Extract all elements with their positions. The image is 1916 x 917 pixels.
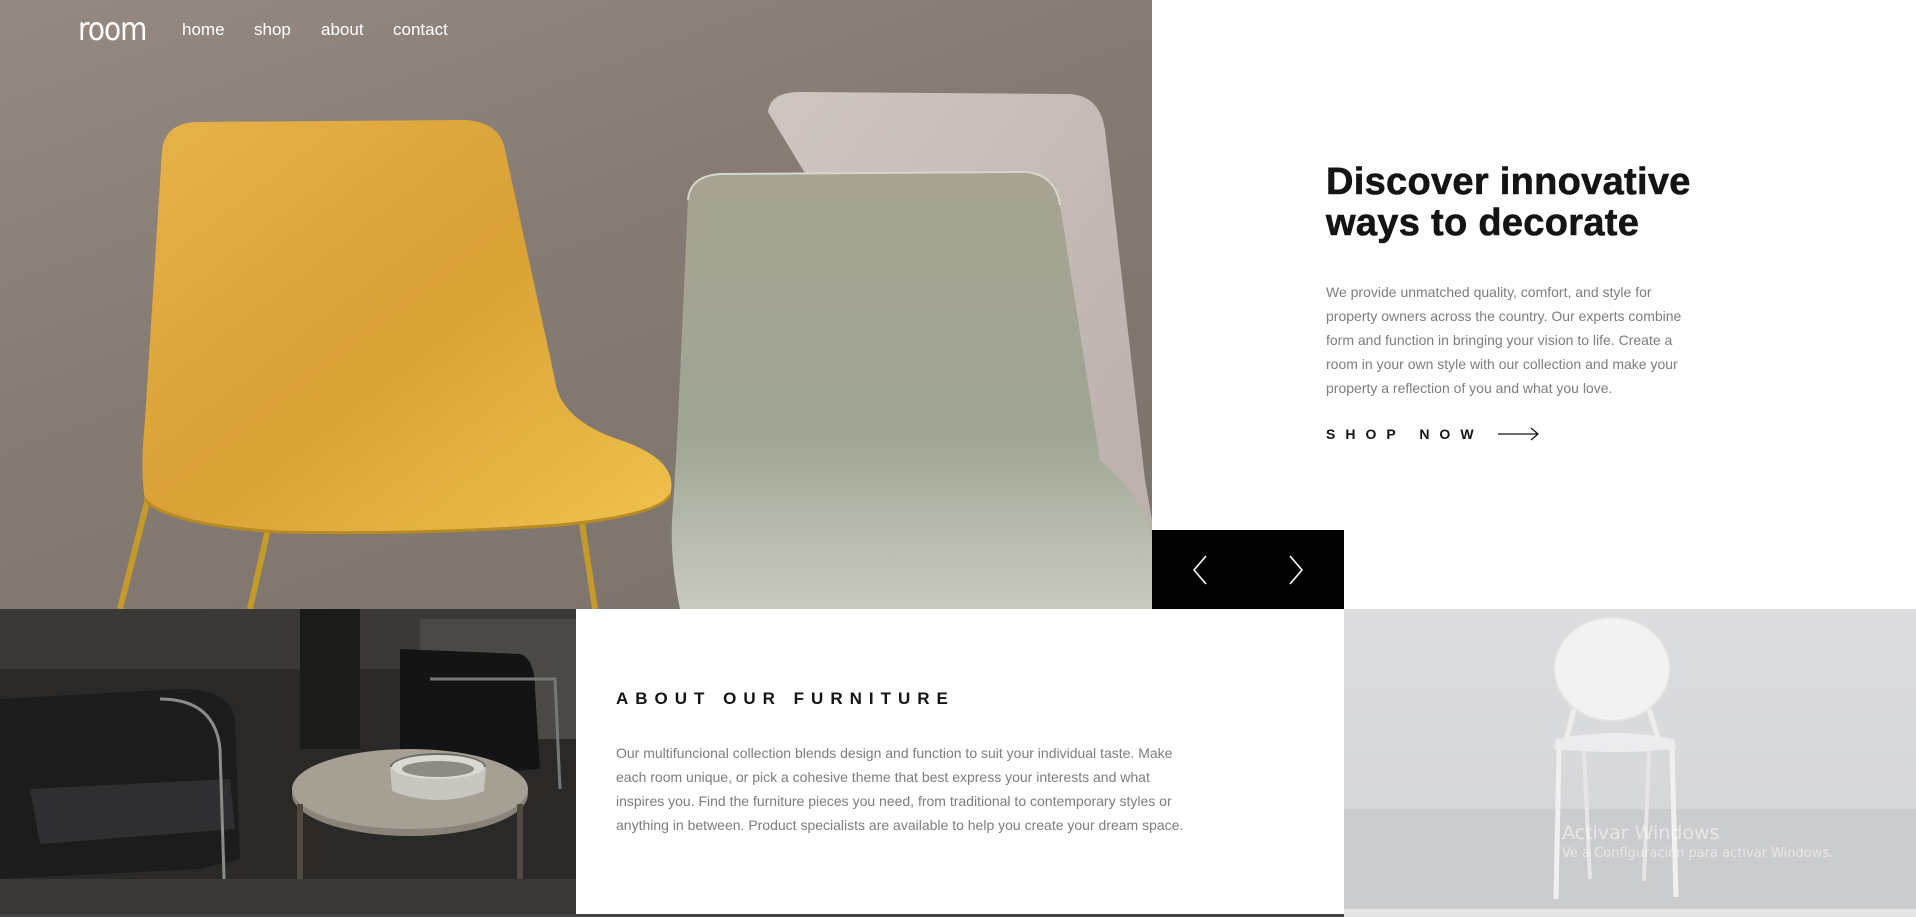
slider-prev-button[interactable] (1152, 530, 1248, 609)
chairs-illustration (117, 92, 1152, 609)
hero-content: Discover innovative ways to decorate We … (1326, 161, 1746, 400)
living-room-illustration (0, 609, 576, 917)
nav-link-home[interactable]: home (182, 20, 225, 40)
about-image-dark (0, 609, 576, 917)
white-chair-illustration (1344, 616, 1916, 917)
slider-controls (1152, 530, 1344, 609)
arrow-right-icon (1497, 427, 1539, 441)
chevron-left-icon (1192, 554, 1207, 585)
shop-now-label: SHOP NOW (1326, 426, 1484, 442)
hero-description: We provide unmatched quality, comfort, a… (1326, 284, 1682, 396)
about-image-light (1344, 609, 1916, 917)
about-description: Our multifuncional collection blends des… (616, 745, 1184, 833)
nav-link-about[interactable]: about (321, 20, 364, 40)
shop-now-button[interactable]: SHOP NOW (1326, 426, 1540, 442)
nav-link-contact[interactable]: contact (393, 20, 448, 40)
about-title: ABOUT OUR FURNITURE (616, 689, 955, 708)
top-nav: room home shop about contact (0, 0, 1152, 60)
slider-next-button[interactable] (1248, 530, 1344, 609)
hero-title: Discover innovative ways to decorate (1326, 161, 1746, 244)
hero-title-line1: Discover innovative (1326, 161, 1691, 203)
logo[interactable]: room (78, 10, 147, 48)
hero-image (0, 0, 1152, 609)
hero-title-line2: ways to decorate (1326, 202, 1640, 244)
nav-link-shop[interactable]: shop (254, 20, 291, 40)
about-section: ABOUT OUR FURNITURE Our multifuncional c… (576, 609, 1344, 917)
chevron-right-icon (1289, 554, 1304, 585)
